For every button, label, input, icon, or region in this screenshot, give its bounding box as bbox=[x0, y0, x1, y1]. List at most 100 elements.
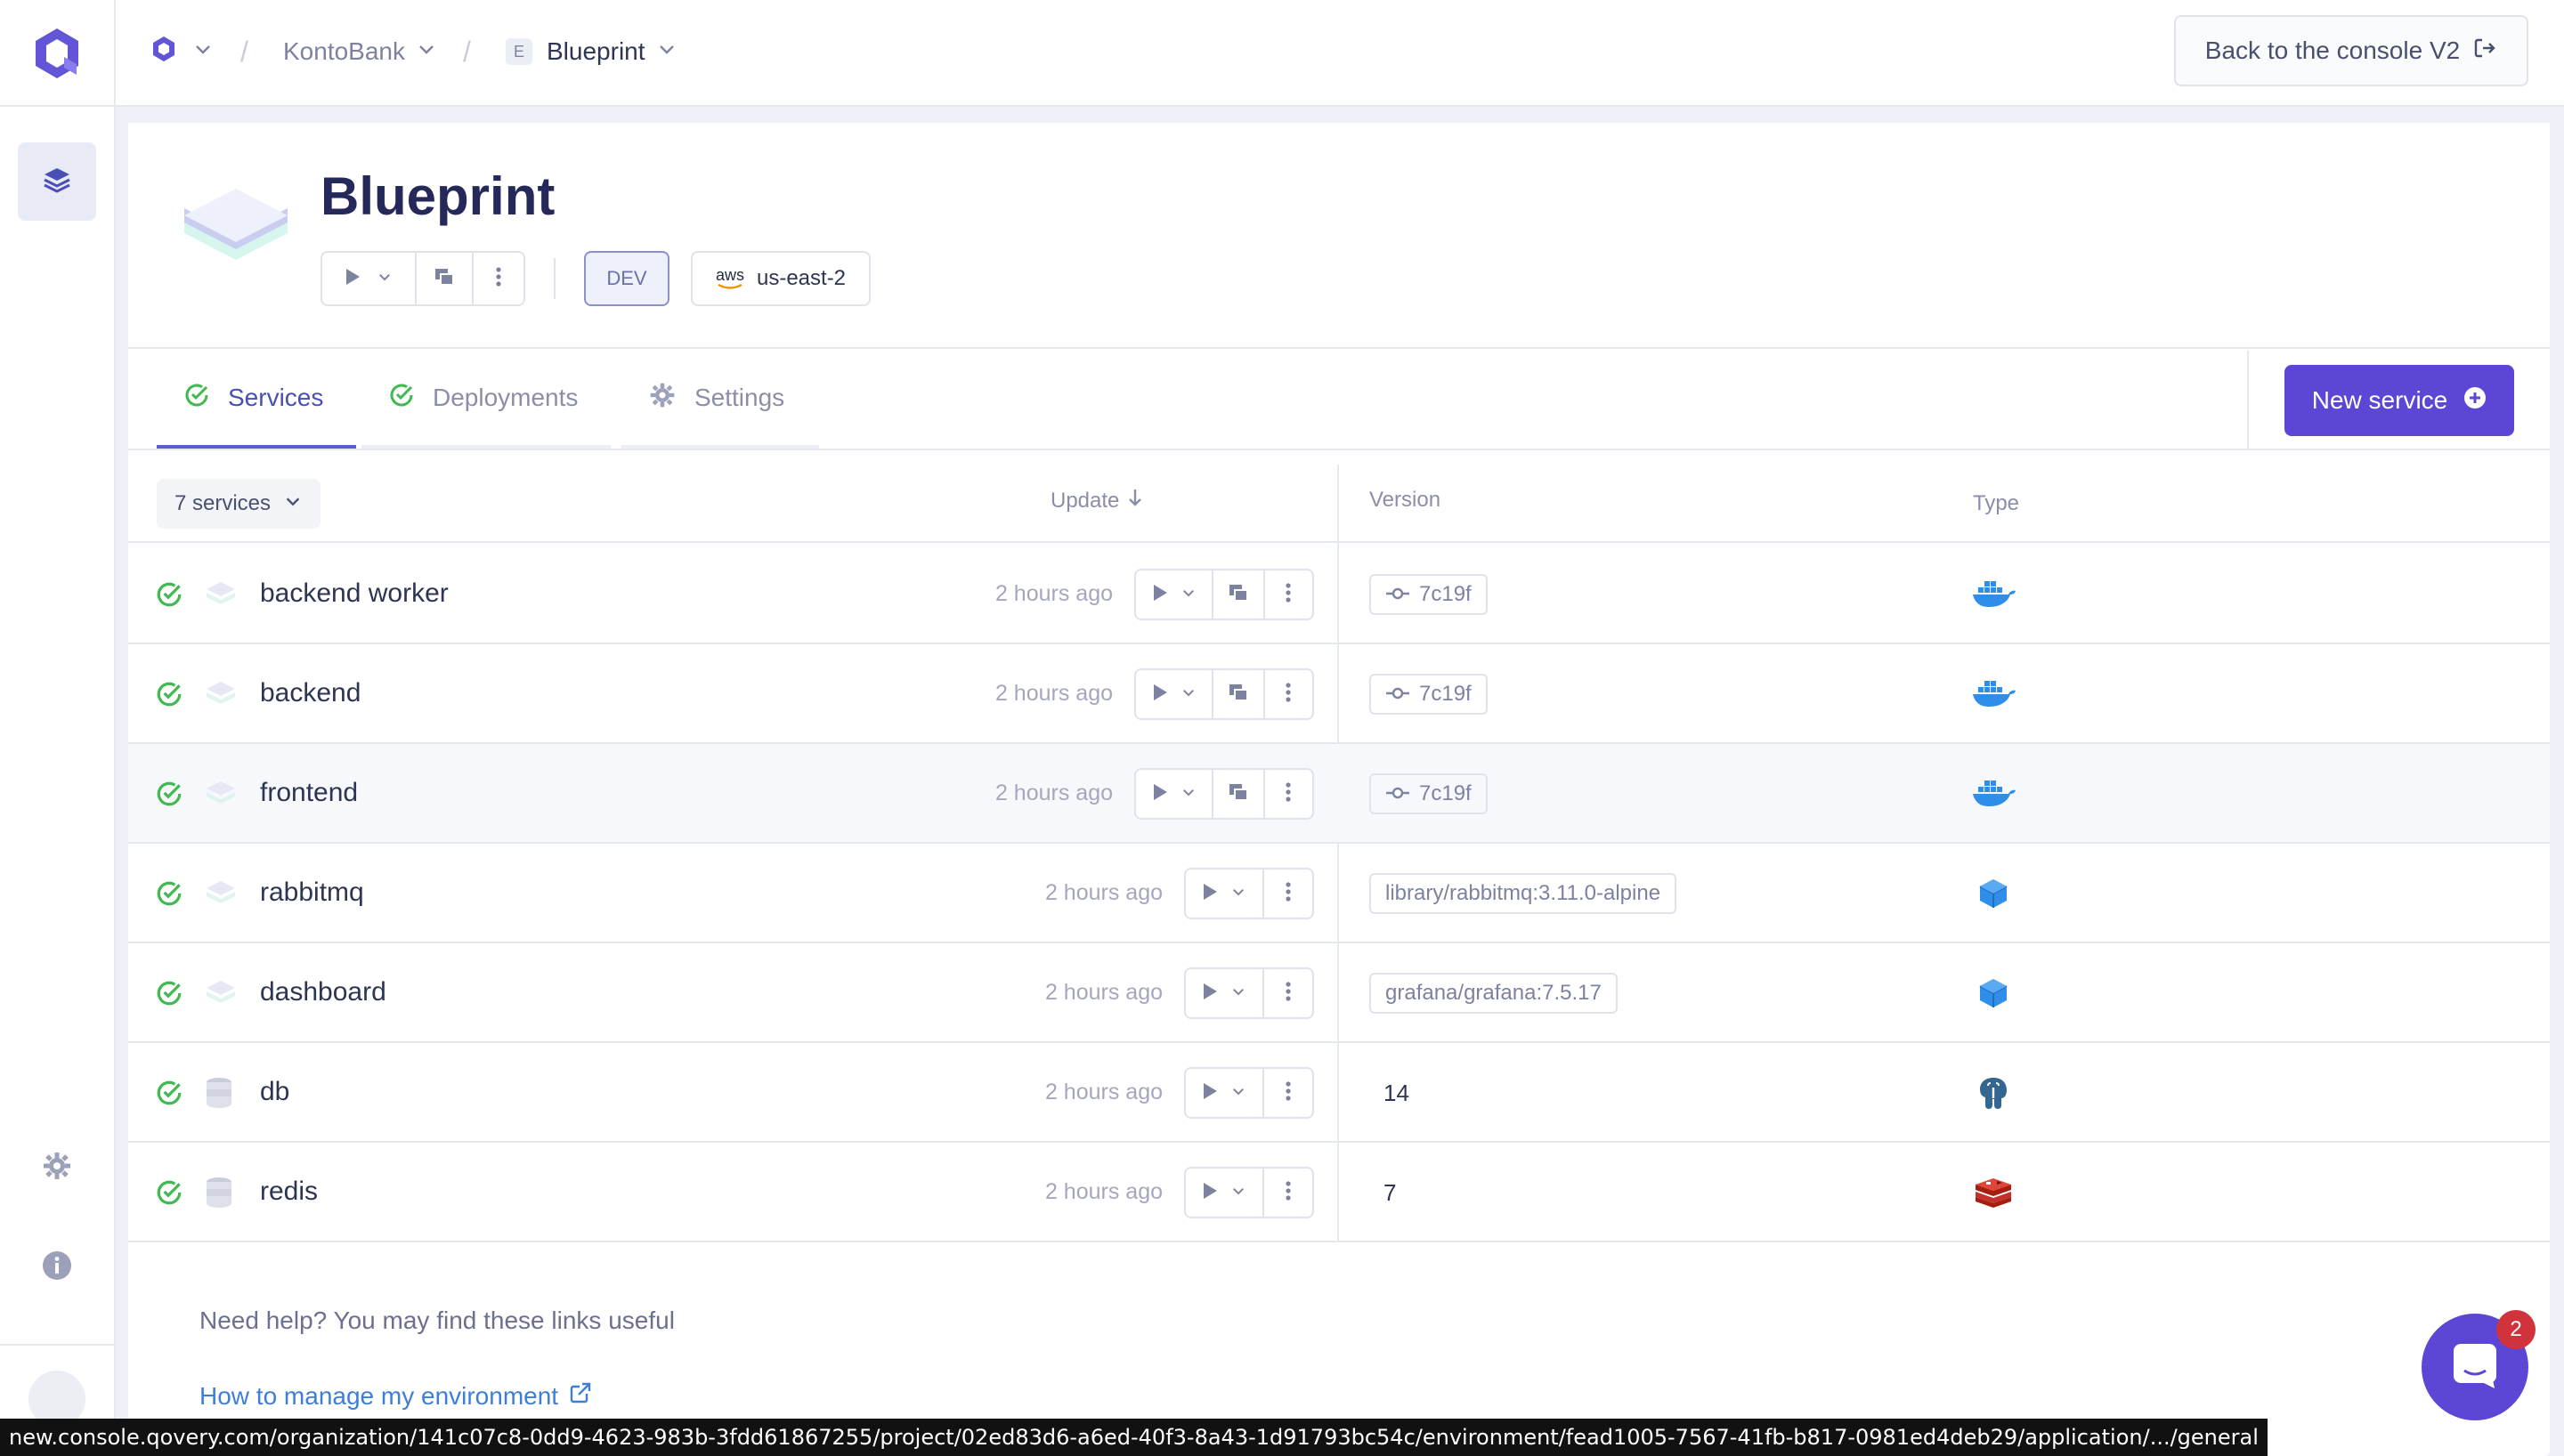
more-actions-button[interactable] bbox=[1264, 1169, 1312, 1217]
column-header-update[interactable]: Update bbox=[1051, 488, 1144, 514]
chevron-down-icon bbox=[1230, 1083, 1246, 1104]
service-name[interactable]: backend bbox=[260, 678, 361, 708]
logs-icon bbox=[1228, 782, 1249, 806]
back-to-console-button[interactable]: Back to the console V2 bbox=[2174, 15, 2528, 86]
more-actions-button[interactable] bbox=[1265, 570, 1312, 619]
org-logo-icon bbox=[148, 33, 180, 71]
logs-button[interactable] bbox=[1213, 770, 1265, 818]
table-row[interactable] bbox=[128, 744, 2550, 844]
breadcrumb-project[interactable]: KontoBank bbox=[283, 27, 437, 77]
commit-version-chip[interactable]: 7c19f bbox=[1369, 674, 1488, 715]
table-row[interactable] bbox=[128, 943, 2550, 1043]
chevron-down-icon bbox=[1230, 983, 1246, 1004]
service-actions bbox=[1184, 967, 1314, 1019]
service-name[interactable]: backend worker bbox=[260, 578, 449, 609]
service-name[interactable]: frontend bbox=[260, 778, 358, 808]
gear-icon bbox=[41, 1150, 73, 1186]
table-row[interactable] bbox=[128, 844, 2550, 943]
column-label: Update bbox=[1051, 488, 1120, 513]
play-icon bbox=[1202, 1082, 1218, 1104]
docker-icon bbox=[1971, 774, 2016, 813]
chat-notification-badge: 2 bbox=[2496, 1310, 2536, 1349]
last-update-time: 2 hours ago bbox=[1044, 1179, 1163, 1204]
more-actions-button[interactable] bbox=[1264, 969, 1312, 1017]
logs-icon bbox=[1228, 583, 1249, 607]
info-icon bbox=[42, 1250, 72, 1285]
image-version-chip[interactable]: library/rabbitmq:3.11.0-alpine bbox=[1369, 873, 1677, 914]
help-link-label: How to manage my environment bbox=[199, 1381, 559, 1410]
qovery-logo-icon[interactable] bbox=[25, 21, 89, 85]
redis-icon bbox=[1971, 1173, 2016, 1212]
service-name[interactable]: dashboard bbox=[260, 977, 386, 1007]
image-tag: library/rabbitmq:3.11.0-alpine bbox=[1385, 881, 1661, 905]
help-text: Need help? You may find these links usef… bbox=[199, 1306, 675, 1334]
deploy-dropdown-button[interactable] bbox=[1186, 1169, 1264, 1217]
region-badge: aws us-east-2 bbox=[691, 251, 871, 306]
tab-settings[interactable]: Settings bbox=[621, 351, 819, 449]
deploy-dropdown-button[interactable] bbox=[322, 253, 417, 304]
chevron-down-icon bbox=[416, 37, 437, 66]
deploy-dropdown-button[interactable] bbox=[1136, 770, 1214, 818]
breadcrumb-environment[interactable]: E Blueprint bbox=[506, 27, 678, 77]
table-row[interactable] bbox=[128, 1143, 2550, 1242]
database-version: 7 bbox=[1383, 1179, 1397, 1206]
more-vertical-icon bbox=[1285, 582, 1292, 608]
environment-name: Blueprint bbox=[547, 37, 645, 65]
tab-label: Settings bbox=[694, 384, 785, 411]
service-name[interactable]: rabbitmq bbox=[260, 878, 364, 908]
logs-button[interactable] bbox=[1213, 670, 1265, 718]
logs-button[interactable] bbox=[1213, 570, 1265, 619]
service-actions bbox=[1134, 668, 1314, 720]
table-row[interactable] bbox=[128, 1043, 2550, 1143]
deployed-status-icon bbox=[155, 680, 183, 708]
chevron-down-icon bbox=[1181, 684, 1197, 705]
deploy-dropdown-button[interactable] bbox=[1136, 570, 1214, 619]
commit-version-chip[interactable]: 7c19f bbox=[1369, 773, 1488, 814]
deploy-dropdown-button[interactable] bbox=[1186, 969, 1264, 1017]
more-actions-button[interactable] bbox=[1264, 870, 1312, 918]
layers-icon bbox=[41, 164, 73, 200]
project-name: KontoBank bbox=[283, 37, 405, 65]
more-actions-button[interactable] bbox=[1265, 770, 1312, 818]
application-icon bbox=[203, 577, 239, 612]
deploy-dropdown-button[interactable] bbox=[1186, 1069, 1264, 1117]
chat-icon bbox=[2448, 1339, 2502, 1396]
sidebar-item-environments[interactable] bbox=[18, 142, 96, 221]
deploy-dropdown-button[interactable] bbox=[1136, 670, 1214, 718]
logs-icon bbox=[434, 267, 455, 291]
chevron-down-icon bbox=[1181, 585, 1197, 605]
table-row[interactable] bbox=[128, 644, 2550, 744]
commit-version-chip[interactable]: 7c19f bbox=[1369, 574, 1488, 615]
more-actions-button[interactable] bbox=[1264, 1069, 1312, 1117]
table-row[interactable] bbox=[128, 545, 2550, 644]
play-icon bbox=[1202, 983, 1218, 1005]
image-version-chip[interactable]: grafana/grafana:7.5.17 bbox=[1369, 973, 1618, 1014]
more-vertical-icon bbox=[1285, 1180, 1292, 1206]
status-bar-url: new.console.qovery.com/organization/141c… bbox=[0, 1419, 2268, 1456]
sidebar-item-info[interactable] bbox=[36, 1246, 78, 1289]
deploy-dropdown-button[interactable] bbox=[1186, 870, 1264, 918]
database-icon bbox=[203, 1075, 239, 1111]
service-name[interactable]: db bbox=[260, 1077, 289, 1107]
database-version: 14 bbox=[1383, 1080, 1409, 1106]
sidebar-item-settings[interactable] bbox=[36, 1146, 78, 1189]
more-actions-button[interactable] bbox=[1265, 670, 1312, 718]
chevron-down-icon bbox=[283, 491, 303, 517]
deployed-status-icon bbox=[155, 879, 183, 908]
sidebar-divider bbox=[114, 0, 116, 1456]
play-icon bbox=[1202, 883, 1218, 905]
tab-deployments[interactable]: Deployments bbox=[361, 351, 611, 449]
org-switcher[interactable] bbox=[148, 27, 214, 77]
environment-illustration-icon bbox=[178, 182, 294, 297]
more-actions-button[interactable] bbox=[474, 253, 523, 304]
new-service-button[interactable]: New service bbox=[2284, 365, 2514, 436]
services-count-filter[interactable]: 7 services bbox=[157, 479, 320, 529]
tab-services[interactable]: Services bbox=[157, 351, 356, 449]
database-icon bbox=[203, 1175, 239, 1210]
sidebar-bottom-divider bbox=[0, 1344, 114, 1346]
logs-button[interactable] bbox=[417, 253, 474, 304]
help-link-manage-environment[interactable]: How to manage my environment bbox=[199, 1381, 592, 1411]
container-icon bbox=[1971, 874, 2016, 913]
service-name[interactable]: redis bbox=[260, 1177, 318, 1207]
more-vertical-icon bbox=[1285, 781, 1292, 807]
